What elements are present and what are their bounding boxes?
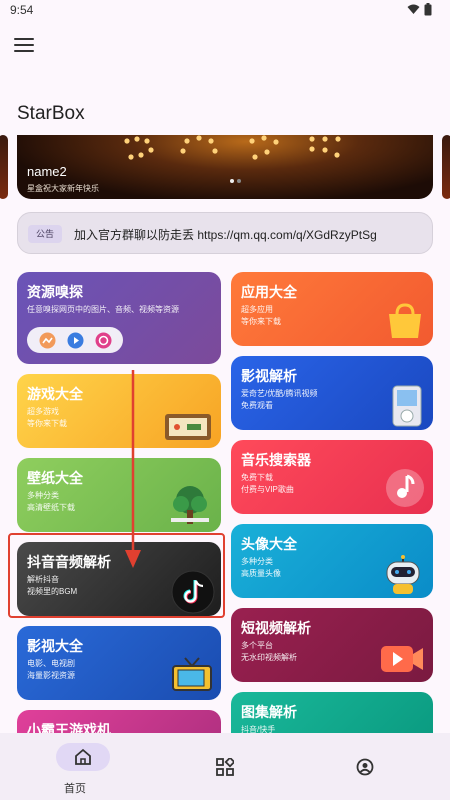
tree-illustration-icon <box>171 486 209 524</box>
card-title: 抖音音频解析 <box>27 554 111 570</box>
card-title: 游戏大全 <box>27 386 83 402</box>
video-camera-icon <box>381 646 423 672</box>
banner-prev-peek[interactable] <box>0 135 8 199</box>
sniffer-media-icons <box>27 327 123 353</box>
banner-2025-lights-image <box>124 135 341 160</box>
announcement-badge: 公告 <box>28 225 63 243</box>
battery-icon <box>424 3 432 16</box>
menu-icon[interactable] <box>14 38 34 54</box>
banner-title: name2 <box>27 164 67 179</box>
card-subtitle: 多个平台 无水印视频解析 <box>241 641 297 662</box>
card-subtitle: 免费下载 付费与VIP歌曲 <box>241 473 294 494</box>
banner-page-indicator <box>230 179 241 183</box>
card-music-search[interactable]: 音乐搜索器 免费下载 付费与VIP歌曲 <box>231 440 433 514</box>
card-subtitle: 超多游戏 等你来下载 <box>27 407 67 428</box>
announcement-text: 加入官方群聊以防走丢 https://qm.qq.com/q/XGdRzyPtS… <box>74 228 377 242</box>
wifi-icon <box>407 4 420 14</box>
robot-avatar-icon <box>386 555 420 594</box>
card-title: 图集解析 <box>241 704 297 720</box>
banner-carousel[interactable]: name2 星盒祝大家新年快乐 <box>0 135 450 199</box>
card-title: 应用大全 <box>241 284 297 300</box>
card-douyin-audio-parser[interactable]: 抖音音频解析 解析抖音 视频里的BGM <box>17 542 221 616</box>
card-title: 音乐搜索器 <box>241 452 311 468</box>
banner-next-peek[interactable] <box>442 135 450 199</box>
play-icon <box>67 332 83 348</box>
arcade-illustration-icon <box>165 414 211 440</box>
home-icon <box>75 748 91 765</box>
card-title: 壁纸大全 <box>27 470 83 486</box>
card-movies[interactable]: 影视大全 电影、电视剧 海量影视资源 <box>17 626 221 700</box>
nav-profile[interactable] <box>300 733 450 800</box>
status-time: 9:54 <box>10 3 34 17</box>
tiktok-logo-icon <box>171 570 215 614</box>
shopping-bag-icon <box>389 303 421 338</box>
app-title: StarBox <box>17 103 85 124</box>
banner-slide[interactable]: name2 星盒祝大家新年快乐 <box>17 135 433 199</box>
card-video-parser[interactable]: 影视解析 爱奇艺/优酷/腾讯视频 免费观看 <box>231 356 433 430</box>
card-subtitle: 超多应用 等你来下载 <box>241 305 281 326</box>
card-apps[interactable]: 应用大全 超多应用 等你来下载 <box>231 272 433 346</box>
card-title: 短视频解析 <box>241 620 311 636</box>
music-note-icon <box>386 469 424 507</box>
media-player-icon <box>392 385 422 427</box>
card-subtitle: 爱奇艺/优酷/腾讯视频 免费观看 <box>241 389 318 410</box>
status-icons <box>407 3 432 16</box>
card-title: 影视大全 <box>27 638 83 654</box>
card-subtitle: 多种分类 高清壁纸下载 <box>27 491 75 512</box>
card-title: 资源嗅探 <box>27 284 83 300</box>
bottom-navigation: 首页 <box>0 733 450 800</box>
image-icon <box>39 332 55 348</box>
card-games[interactable]: 游戏大全 超多游戏 等你来下载 <box>17 374 221 448</box>
card-avatars[interactable]: 头像大全 多种分类 高质量头像 <box>231 524 433 598</box>
music-disc-icon <box>95 332 111 348</box>
profile-icon <box>356 758 374 776</box>
card-subtitle: 任意嗅探网页中的图片、音频、视频等资源 <box>27 305 179 314</box>
card-resource-sniffer[interactable]: 资源嗅探 任意嗅探网页中的图片、音频、视频等资源 <box>17 272 221 364</box>
card-subtitle: 解析抖音 视频里的BGM <box>27 575 78 596</box>
card-wallpapers[interactable]: 壁纸大全 多种分类 高清壁纸下载 <box>17 458 221 532</box>
nav-home[interactable]: 首页 <box>0 733 150 800</box>
card-subtitle: 多种分类 高质量头像 <box>241 557 281 578</box>
nav-home-label: 首页 <box>64 783 86 795</box>
card-title: 头像大全 <box>241 536 297 552</box>
apps-grid-icon <box>216 758 234 776</box>
card-short-video-parser[interactable]: 短视频解析 多个平台 无水印视频解析 <box>231 608 433 682</box>
nav-apps[interactable] <box>150 733 300 800</box>
card-title: 影视解析 <box>241 368 297 384</box>
banner-subtitle: 星盒祝大家新年快乐 <box>27 184 99 193</box>
card-subtitle: 电影、电视剧 海量影视资源 <box>27 659 75 680</box>
announcement-bar[interactable]: 公告 加入官方群聊以防走丢 https://qm.qq.com/q/XGdRzy… <box>17 212 433 254</box>
tv-illustration-icon <box>172 657 212 691</box>
status-bar: 9:54 <box>0 0 450 22</box>
